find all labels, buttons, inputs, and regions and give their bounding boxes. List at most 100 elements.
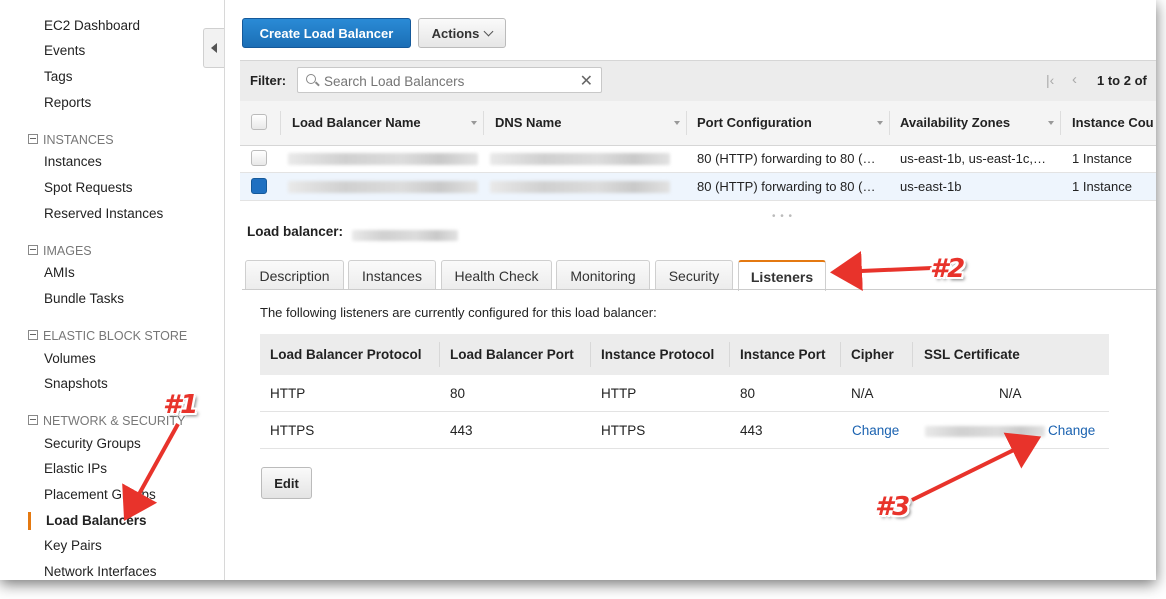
filter-label: Filter: xyxy=(250,73,287,88)
clear-icon[interactable]: ✕ xyxy=(580,71,593,91)
tabs-divider xyxy=(242,289,1156,290)
sidebar-section-instances[interactable]: INSTANCES xyxy=(28,133,114,147)
row-checkbox[interactable] xyxy=(251,150,267,166)
sidebar-item-bundle-tasks[interactable]: Bundle Tasks xyxy=(44,291,124,306)
search-box[interactable]: ✕ xyxy=(297,67,602,93)
collapse-icon xyxy=(28,330,38,340)
tab-monitoring[interactable]: Monitoring xyxy=(556,260,650,290)
sidebar-item-spot-requests[interactable]: Spot Requests xyxy=(44,180,133,195)
tab-listeners[interactable]: Listeners xyxy=(738,260,826,291)
row-checkbox-checked[interactable] xyxy=(251,178,267,194)
sidebar-item-key-pairs[interactable]: Key Pairs xyxy=(44,538,102,553)
sidebar-section-network-security[interactable]: NETWORK & SECURITY xyxy=(28,414,185,428)
listeners-table-header: Load Balancer Protocol Load Balancer Por… xyxy=(260,334,1109,375)
row-instance-count: 1 Instance xyxy=(1072,179,1132,194)
annotation-label-1: #1 xyxy=(163,390,198,420)
tab-health-check[interactable]: Health Check xyxy=(441,260,552,290)
select-all-checkbox[interactable] xyxy=(251,114,267,130)
pagination-status: 1 to 2 of xyxy=(1097,73,1147,88)
sidebar-item-network-interfaces[interactable]: Network Interfaces xyxy=(44,564,157,579)
sidebar-section-label: IMAGES xyxy=(43,244,92,258)
listener-cipher: N/A xyxy=(851,386,874,401)
tab-instances[interactable]: Instances xyxy=(348,260,436,290)
sidebar-section-images[interactable]: IMAGES xyxy=(28,244,92,258)
listeners-intro-text: The following listeners are currently co… xyxy=(260,305,657,320)
listener-instance-protocol: HTTP xyxy=(601,386,637,401)
chevron-down-icon xyxy=(483,26,494,36)
redacted-lb-name xyxy=(352,230,458,241)
sidebar-item-reports[interactable]: Reports xyxy=(44,95,91,110)
sidebar-item-amis[interactable]: AMIs xyxy=(44,265,75,280)
sidebar-item-load-balancers[interactable]: Load Balancers xyxy=(46,513,147,528)
listener-lb-port: 80 xyxy=(450,386,466,401)
redacted-dns xyxy=(490,181,670,193)
row-zones: us-east-1b xyxy=(900,179,962,194)
annotation-label-3: #3 xyxy=(875,492,910,522)
sort-icon[interactable] xyxy=(674,121,680,125)
listener-instance-protocol: HTTPS xyxy=(601,423,646,438)
table-row-selected[interactable]: 80 (HTTP) forwarding to 80 (… us-east-1b… xyxy=(240,173,1156,201)
redacted-name xyxy=(288,153,478,165)
load-balancer-label: Load balancer: xyxy=(247,224,344,239)
column-divider xyxy=(889,111,890,135)
redacted-name xyxy=(288,181,478,193)
column-header-dns[interactable]: DNS Name xyxy=(495,115,561,130)
column-header-lb-port: Load Balancer Port xyxy=(450,347,574,362)
column-header-cipher: Cipher xyxy=(851,347,894,362)
sidebar-item-events[interactable]: Events xyxy=(44,43,85,58)
column-header-lb-protocol: Load Balancer Protocol xyxy=(270,347,422,362)
column-header-name[interactable]: Load Balancer Name xyxy=(292,115,421,130)
row-port-config: 80 (HTTP) forwarding to 80 (… xyxy=(697,151,876,166)
sidebar-item-ec2-dashboard[interactable]: EC2 Dashboard xyxy=(44,18,140,33)
actions-dropdown[interactable]: Actions xyxy=(418,18,506,48)
listener-ssl-certificate: N/A xyxy=(999,386,1022,401)
column-divider xyxy=(280,111,281,135)
row-zones: us-east-1b, us-east-1c,… xyxy=(900,151,1046,166)
sidebar-nav: EC2 Dashboard Events Tags Reports INSTAN… xyxy=(0,0,225,580)
sidebar-collapse-button[interactable] xyxy=(203,28,224,68)
cipher-change-link[interactable]: Change xyxy=(852,423,899,438)
sidebar-item-security-groups[interactable]: Security Groups xyxy=(44,436,141,451)
sidebar-item-volumes[interactable]: Volumes xyxy=(44,351,96,366)
sidebar-item-elastic-ips[interactable]: Elastic IPs xyxy=(44,461,107,476)
collapse-icon xyxy=(28,245,38,255)
sidebar-section-label: INSTANCES xyxy=(43,133,114,147)
sidebar-item-tags[interactable]: Tags xyxy=(44,69,73,84)
tab-security[interactable]: Security xyxy=(655,260,733,290)
column-divider xyxy=(590,342,591,367)
sort-icon[interactable] xyxy=(1048,121,1054,125)
column-header-instance-count[interactable]: Instance Cou xyxy=(1072,115,1154,130)
row-port-config: 80 (HTTP) forwarding to 80 (… xyxy=(697,179,876,194)
search-input[interactable] xyxy=(322,71,576,91)
sidebar-item-instances[interactable]: Instances xyxy=(44,154,102,169)
listener-lb-protocol: HTTPS xyxy=(270,423,315,438)
ssl-certificate-change-link[interactable]: Change xyxy=(1048,423,1095,438)
resize-handle[interactable]: • • • xyxy=(772,211,793,222)
create-load-balancer-button[interactable]: Create Load Balancer xyxy=(242,18,411,48)
sidebar-section-ebs[interactable]: ELASTIC BLOCK STORE xyxy=(28,329,187,343)
table-row[interactable]: 80 (HTTP) forwarding to 80 (… us-east-1b… xyxy=(240,145,1156,173)
sort-icon[interactable] xyxy=(877,121,883,125)
sort-icon[interactable] xyxy=(471,121,477,125)
first-page-icon[interactable]: |‹ xyxy=(1046,72,1054,88)
sidebar-item-placement-groups[interactable]: Placement Groups xyxy=(44,487,156,502)
sidebar-item-snapshots[interactable]: Snapshots xyxy=(44,376,108,391)
column-divider xyxy=(840,342,841,367)
listener-lb-port: 443 xyxy=(450,423,473,438)
sidebar-item-reserved-instances[interactable]: Reserved Instances xyxy=(44,206,163,221)
column-divider xyxy=(439,342,440,367)
table-header: Load Balancer Name DNS Name Port Configu… xyxy=(240,101,1156,146)
column-header-ssl-certificate: SSL Certificate xyxy=(924,347,1020,362)
edit-button[interactable]: Edit xyxy=(261,467,312,499)
column-divider xyxy=(686,111,687,135)
active-indicator xyxy=(28,512,31,530)
collapse-icon xyxy=(28,134,38,144)
column-divider xyxy=(483,111,484,135)
column-header-port[interactable]: Port Configuration xyxy=(697,115,812,130)
collapse-icon xyxy=(28,415,38,425)
redacted-dns xyxy=(490,153,670,165)
prev-page-icon[interactable]: ‹ xyxy=(1072,71,1077,88)
listener-row: HTTPS 443 HTTPS 443 Change Change xyxy=(260,412,1109,449)
tab-description[interactable]: Description xyxy=(245,260,344,290)
column-header-zones[interactable]: Availability Zones xyxy=(900,115,1010,130)
